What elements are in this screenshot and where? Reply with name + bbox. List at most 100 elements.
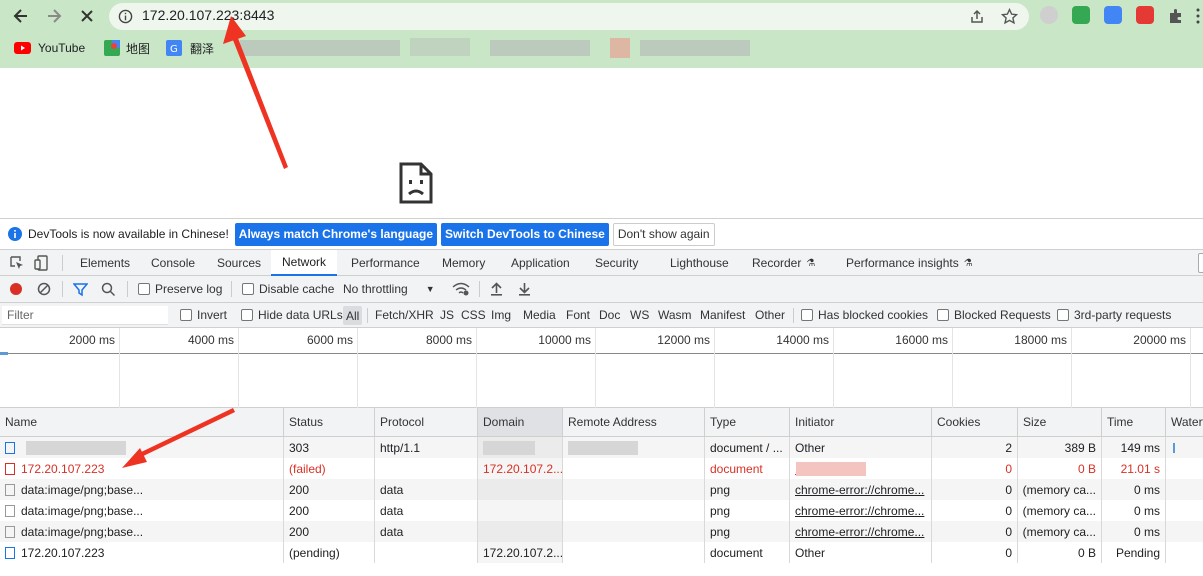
more-tabs-button[interactable] [1198,253,1203,273]
cell-initiator[interactable]: chrome-error://chrome... [790,500,932,521]
timeline-tick-label: 18000 ms [1014,333,1067,347]
blocked-requests-checkbox[interactable]: Blocked Requests [937,308,1051,322]
clear-icon[interactable] [37,282,51,296]
has-blocked-cookies-checkbox[interactable]: Has blocked cookies [801,308,928,322]
bookmark-maps[interactable]: 地图 [104,38,150,58]
invert-checkbox[interactable]: Invert [180,308,227,322]
table-row[interactable]: data:image/png;base... 200 data png chrome-e… [0,500,1203,521]
extensions-puzzle-icon[interactable] [1167,7,1185,25]
throttling-select[interactable]: No throttling ▼ [343,282,435,296]
document-file-icon [5,441,15,454]
filter-type-all[interactable]: All [343,306,363,325]
preserve-log-label: Preserve log [155,282,223,296]
filter-type-other[interactable]: Other [755,308,785,322]
android-icon[interactable] [1072,6,1090,24]
column-header-time[interactable]: Time [1102,408,1166,437]
cell-initiator[interactable]: chrome-error://chrome... [790,479,932,500]
stop-loading-button[interactable] [77,6,97,26]
tab-lighthouse[interactable]: Lighthouse [670,250,729,276]
menu-icon[interactable] [1195,8,1201,24]
device-toolbar-icon[interactable] [34,255,50,271]
disable-cache-checkbox[interactable]: Disable cache [242,282,334,296]
third-party-checkbox[interactable]: 3rd-party requests [1057,308,1171,322]
cell-text: 200 [289,503,310,518]
inspect-element-icon[interactable] [9,255,25,271]
filter-icon[interactable] [73,282,88,297]
address-bar[interactable]: 172.20.107.223:8443 [109,3,1029,30]
filter-type-font[interactable]: Font [566,308,590,322]
tab-console[interactable]: Console [151,250,195,276]
dont-show-again-button[interactable]: Don't show again [612,222,715,246]
column-header-size[interactable]: Size [1018,408,1102,437]
filter-type-img[interactable]: Img [491,308,511,322]
filter-type-css[interactable]: CSS [461,308,486,322]
disable-cache-label: Disable cache [259,282,335,296]
tab-security[interactable]: Security [595,250,638,276]
network-conditions-icon[interactable] [452,281,470,297]
translate-extension-icon[interactable] [1104,6,1122,24]
tab-sources[interactable]: Sources [217,250,261,276]
hide-data-urls-checkbox[interactable]: Hide data URLs [241,308,343,322]
table-row[interactable]: 303http/1.1...99...154:30770document / .… [0,437,1203,458]
export-har-icon[interactable] [518,282,531,296]
tab-memory[interactable]: Memory [442,250,485,276]
share-icon[interactable] [969,9,985,25]
table-row[interactable]: data:image/png;base... 200 data png chrome-e… [0,521,1203,542]
column-header-type[interactable]: Type [705,408,790,437]
table-row[interactable]: data:image/png;base... 200 data png chrome-e… [0,479,1203,500]
network-filterbar: Filter Invert Hide data URLs All Fetch/X… [0,303,1203,328]
tab-recorder[interactable]: Recorder ⚗ [752,250,815,276]
filter-type-media[interactable]: Media [523,308,556,322]
bookmark-translate[interactable]: G 翻泽 [166,38,214,58]
column-header-remote-address[interactable]: Remote Address [563,408,705,437]
extension-icon[interactable] [1040,6,1058,24]
column-header-waterf[interactable]: Waterf [1166,408,1203,437]
cell-waterfall [1166,479,1203,500]
column-header-cookies[interactable]: Cookies [932,408,1018,437]
search-icon[interactable] [101,282,116,297]
filter-type-fetch-xhr[interactable]: Fetch/XHR [375,308,434,322]
info-icon[interactable] [118,9,133,24]
column-header-protocol[interactable]: Protocol [375,408,478,437]
play-extension-icon[interactable] [1136,6,1154,24]
filter-type-manifest[interactable]: Manifest [700,308,745,322]
image-file-icon [5,525,15,538]
blurred-initiator [796,462,866,476]
forward-button[interactable] [44,6,64,26]
filter-input[interactable]: Filter [2,306,168,325]
bookmark-youtube[interactable]: YouTube [14,38,85,58]
tab-elements[interactable]: Elements [80,250,130,276]
blurred-name [26,441,126,455]
preserve-log-checkbox[interactable]: Preserve log [138,282,222,296]
column-header-status[interactable]: Status [284,408,375,437]
divider [231,281,232,297]
tab-network[interactable]: Network [271,250,338,276]
tab-performance-insights[interactable]: Performance insights ⚗ [846,250,973,276]
image-file-icon [5,483,15,496]
switch-to-chinese-button[interactable]: Switch DevTools to Chinese [441,222,609,246]
bookmark-star-icon[interactable] [1001,8,1018,25]
cell-text: 0 ms [1133,503,1160,518]
tab-performance[interactable]: Performance [351,250,420,276]
table-row[interactable]: 172.20.107.223 (pending) 172.20.107.2... do… [0,542,1203,563]
tab-application[interactable]: Application [511,250,570,276]
network-overview-timeline[interactable]: 2000 ms 4000 ms 6000 ms 8000 ms 10000 ms 1200… [0,328,1203,408]
cell-initiator[interactable]: chrome-error://chrome... [790,521,932,542]
filter-type-wasm[interactable]: Wasm [658,308,692,322]
timeline-gridline [833,328,834,408]
always-match-language-button[interactable]: Always match Chrome's language [234,222,438,246]
record-icon[interactable] [9,282,23,296]
table-row[interactable]: 172.20.107.223 (failed) 172.20.107.2... doc… [0,458,1203,479]
column-header-initiator[interactable]: Initiator [790,408,932,437]
column-header-name[interactable]: Name [0,408,284,437]
filter-type-js[interactable]: JS [440,308,454,322]
cell-text: 200 [289,482,310,497]
import-har-icon[interactable] [490,282,503,296]
cell-status: 200 [284,479,375,500]
column-header-domain[interactable]: Domain [478,408,563,437]
back-button[interactable] [11,6,31,26]
filter-type-ws[interactable]: WS [630,308,649,322]
filter-type-doc[interactable]: Doc [599,308,620,322]
back-arrow-icon [13,9,27,23]
cell-remote [563,458,705,479]
